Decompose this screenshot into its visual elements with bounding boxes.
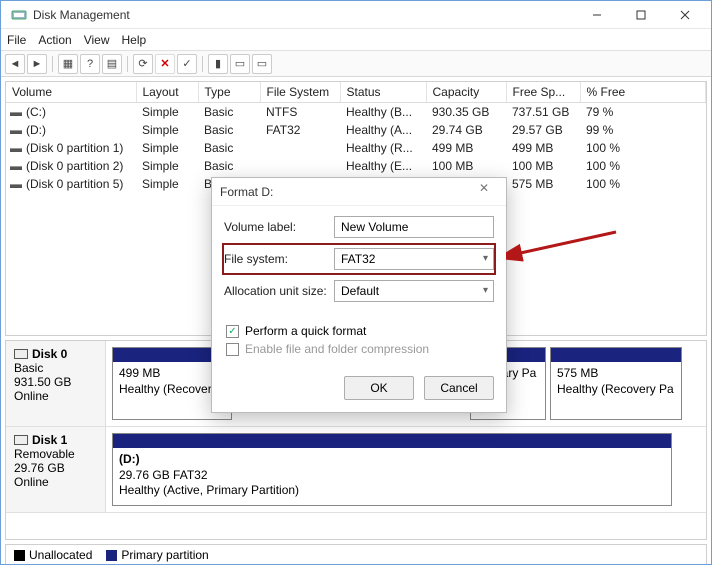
col-free[interactable]: Free Sp... — [506, 82, 580, 103]
menubar: File Action View Help — [1, 29, 711, 51]
refresh-button[interactable]: ⟳ — [133, 54, 153, 74]
menu-file[interactable]: File — [7, 33, 26, 47]
checkbox-checked-icon: ✓ — [226, 325, 239, 338]
volume-label-input[interactable]: New Volume — [334, 216, 494, 238]
disk-icon — [14, 349, 28, 359]
partition[interactable]: (D:)29.76 GB FAT32Healthy (Active, Prima… — [112, 433, 672, 506]
field-allocation: Allocation unit size: Default▾ — [224, 280, 494, 302]
minimize-button[interactable] — [575, 4, 619, 26]
chevron-down-icon: ▾ — [483, 285, 488, 296]
column-header-row: Volume Layout Type File System Status Ca… — [6, 82, 706, 103]
volume-row[interactable]: ▬(D:)SimpleBasicFAT32Healthy (A...29.74 … — [6, 121, 706, 139]
maximize-button[interactable] — [619, 4, 663, 26]
dialog-titlebar[interactable]: Format D: ✕ — [212, 178, 506, 206]
menu-action[interactable]: Action — [38, 33, 71, 47]
partition[interactable]: 575 MBHealthy (Recovery Pa — [550, 347, 682, 420]
new-button[interactable]: ▮ — [208, 54, 228, 74]
app-icon — [11, 7, 27, 23]
window-title: Disk Management — [33, 8, 130, 22]
settings-button[interactable]: ▭ — [230, 54, 250, 74]
checkbox-unchecked-icon — [226, 343, 239, 356]
disk-header[interactable]: Disk 0Basic931.50 GBOnline — [6, 341, 106, 426]
col-layout[interactable]: Layout — [136, 82, 198, 103]
drive-icon: ▬ — [10, 141, 22, 155]
disk-row: Disk 1Removable29.76 GBOnline(D:)29.76 G… — [6, 427, 706, 513]
format-dialog: Format D: ✕ Volume label: New Volume Fil… — [211, 177, 507, 413]
col-volume[interactable]: Volume — [6, 82, 136, 103]
disk-header[interactable]: Disk 1Removable29.76 GBOnline — [6, 427, 106, 512]
file-system-dropdown[interactable]: FAT32▾ — [334, 248, 494, 270]
legend-primary: Primary partition — [106, 548, 208, 562]
volume-row[interactable]: ▬(C:)SimpleBasicNTFSHealthy (B...930.35 … — [6, 103, 706, 122]
extra-button[interactable]: ▭ — [252, 54, 272, 74]
col-filesystem[interactable]: File System — [260, 82, 340, 103]
col-capacity[interactable]: Capacity — [426, 82, 506, 103]
volume-label-label: Volume label: — [224, 220, 334, 234]
volume-row[interactable]: ▬(Disk 0 partition 2)SimpleBasicHealthy … — [6, 157, 706, 175]
col-status[interactable]: Status — [340, 82, 426, 103]
toolbar: ◄ ► ▦ ? ▤ ⟳ ✕ ✓ ▮ ▭ ▭ — [1, 51, 711, 77]
close-button[interactable] — [663, 4, 707, 26]
volume-row[interactable]: ▬(Disk 0 partition 1)SimpleBasicHealthy … — [6, 139, 706, 157]
drive-icon: ▬ — [10, 123, 22, 137]
drive-icon: ▬ — [10, 177, 22, 191]
list-view-button[interactable]: ▦ — [58, 54, 78, 74]
drive-icon: ▬ — [10, 105, 22, 119]
legend: Unallocated Primary partition — [5, 544, 707, 565]
dialog-close-button[interactable]: ✕ — [470, 181, 498, 203]
detail-view-button[interactable]: ▤ — [102, 54, 122, 74]
col-pctfree[interactable]: % Free — [580, 82, 706, 103]
disk-partitions: (D:)29.76 GB FAT32Healthy (Active, Prima… — [106, 427, 706, 512]
drive-icon: ▬ — [10, 159, 22, 173]
check-button[interactable]: ✓ — [177, 54, 197, 74]
properties-button[interactable]: ? — [80, 54, 100, 74]
col-type[interactable]: Type — [198, 82, 260, 103]
back-button[interactable]: ◄ — [5, 54, 25, 74]
delete-button[interactable]: ✕ — [155, 54, 175, 74]
menu-view[interactable]: View — [84, 33, 110, 47]
toolbar-sep — [52, 56, 53, 72]
field-volume-label: Volume label: New Volume — [224, 216, 494, 238]
dialog-title: Format D: — [220, 185, 273, 199]
ok-button[interactable]: OK — [344, 376, 414, 400]
compression-checkbox[interactable]: Enable file and folder compression — [226, 342, 494, 356]
file-system-label: File system: — [224, 252, 334, 266]
allocation-dropdown[interactable]: Default▾ — [334, 280, 494, 302]
field-file-system: File system: FAT32▾ — [224, 245, 494, 273]
chevron-down-icon: ▾ — [483, 253, 488, 264]
legend-unallocated: Unallocated — [14, 548, 92, 562]
toolbar-sep3 — [202, 56, 203, 72]
allocation-label: Allocation unit size: — [224, 284, 334, 298]
quick-format-checkbox[interactable]: ✓ Perform a quick format — [226, 324, 494, 338]
disk-icon — [14, 435, 28, 445]
titlebar: Disk Management — [1, 1, 711, 29]
forward-button[interactable]: ► — [27, 54, 47, 74]
menu-help[interactable]: Help — [122, 33, 147, 47]
cancel-button[interactable]: Cancel — [424, 376, 494, 400]
toolbar-sep2 — [127, 56, 128, 72]
disk-management-window: Disk Management File Action View Help ◄ … — [0, 0, 712, 565]
